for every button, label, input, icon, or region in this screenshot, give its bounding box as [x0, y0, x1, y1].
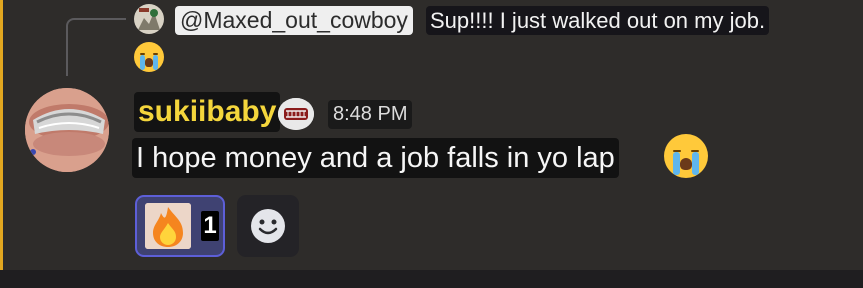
reply-mention[interactable]: @Maxed_out_cowboy	[175, 6, 413, 35]
highlight-accent-bar	[0, 0, 3, 270]
reaction-count: 1	[201, 211, 219, 241]
message-content: I hope money and a job falls in yo lap	[132, 138, 619, 178]
crying-face-icon	[664, 134, 708, 178]
add-reaction-button[interactable]	[237, 195, 299, 257]
reply-preview-text[interactable]: Sup!!!! I just walked out on my job.	[426, 6, 770, 35]
reply-connector	[66, 18, 126, 76]
smiley-icon	[251, 209, 285, 243]
avatar[interactable]	[25, 88, 109, 172]
reaction-fire[interactable]: 1	[135, 195, 225, 257]
message-timestamp: 8:48 PM	[328, 100, 413, 129]
role-badge-icon	[278, 98, 314, 130]
reply-avatar[interactable]	[134, 4, 164, 34]
fire-icon	[145, 203, 191, 249]
message-author[interactable]: sukiibaby	[134, 92, 281, 132]
bottom-divider-bar	[0, 270, 863, 288]
crying-face-icon	[134, 42, 164, 72]
